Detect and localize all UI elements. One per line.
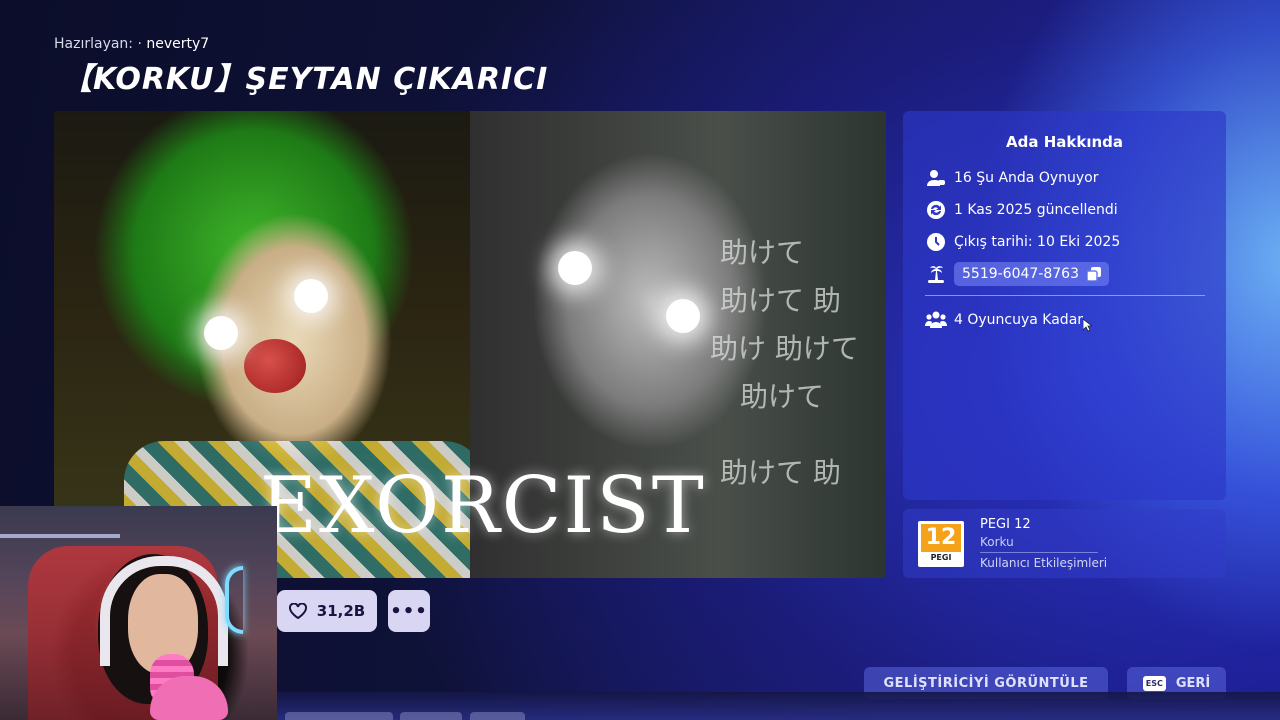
tag-chip[interactable] [400, 712, 462, 720]
kanji-text-3: 助け 助けて [710, 332, 859, 365]
release-text: Çıkış tarihi: 10 Eki 2025 [954, 234, 1121, 250]
clown-eye-right [294, 279, 328, 313]
esc-key-icon: ESC [1142, 675, 1166, 691]
island-code-text: 5519-6047-8763 [962, 266, 1079, 282]
kanji-text-4: 助けて [740, 380, 825, 413]
rating-genre: Korku [980, 535, 1014, 549]
rating-note: Kullanıcı Etkileşimleri [980, 556, 1108, 570]
playing-now-text: 16 Şu Anda Oynuyor [954, 170, 1099, 186]
tag-chip[interactable] [285, 712, 393, 720]
max-players-row: 4 Oyuncuya Kadar [925, 309, 1083, 331]
pegi-badge-number: 12 [921, 524, 961, 552]
more-options-button[interactable]: ••• [388, 590, 430, 632]
panel-title: Ada Hakkında [1006, 133, 1123, 151]
pegi-badge-icon: 12 PEGI [918, 521, 964, 567]
like-count: 31,2B [316, 602, 366, 620]
release-row: Çıkış tarihi: 10 Eki 2025 [925, 231, 1120, 253]
page-title: 【KORKU】ŞEYTAN ÇIKARICI [62, 62, 549, 97]
kanji-text-1: 助けて [720, 236, 805, 269]
group-icon [925, 310, 947, 330]
kanji-text-5: 助けて 助 [720, 456, 841, 489]
ghoul-eye-right [666, 299, 700, 333]
island-code-pill[interactable]: 5519-6047-8763 [954, 262, 1109, 286]
cursor-icon [1082, 317, 1094, 336]
rating-name: PEGI 12 [980, 517, 1031, 532]
island-icon [925, 264, 947, 284]
ghoul-eye-left [558, 251, 592, 285]
clock-icon [925, 232, 947, 252]
island-info-panel: Ada Hakkında 16 Şu Anda Oynuyor 1 Kas 20… [903, 111, 1226, 500]
copy-icon[interactable] [1087, 267, 1101, 281]
like-button[interactable]: 31,2B [277, 590, 377, 632]
kanji-text-2: 助けて 助 [720, 284, 841, 317]
age-rating-card: 12 PEGI PEGI 12 Korku Kullanıcı Etkileşi… [903, 509, 1226, 578]
pegi-badge-label: PEGI [930, 553, 952, 562]
tag-chip[interactable] [470, 712, 525, 720]
creator-label: Hazırlayan: · [54, 36, 142, 52]
players-icon [925, 168, 947, 188]
playing-now-row: 16 Şu Anda Oynuyor [925, 167, 1099, 189]
updated-text: 1 Kas 2025 güncellendi [954, 202, 1118, 218]
streamer-webcam-overlay [0, 506, 277, 720]
creator-line: Hazırlayan: · neverty7 [54, 36, 209, 52]
heart-icon [288, 603, 307, 619]
back-label: GERİ [1175, 675, 1211, 691]
webcam-headphones [100, 556, 228, 666]
island-code-row: 5519-6047-8763 [925, 262, 1109, 286]
panel-divider [925, 295, 1205, 296]
rating-divider [980, 552, 1098, 553]
clown-eye-left [204, 316, 238, 350]
hero-overlay-text: EXORCIST [260, 461, 706, 551]
refresh-icon [925, 200, 947, 220]
clown-nose [244, 339, 306, 393]
updated-row: 1 Kas 2025 güncellendi [925, 199, 1118, 221]
max-players-text: 4 Oyuncuya Kadar [954, 312, 1084, 328]
webcam-shelf [0, 534, 120, 538]
webcam-neon-sign [225, 566, 243, 634]
creator-name[interactable]: neverty7 [146, 36, 209, 52]
